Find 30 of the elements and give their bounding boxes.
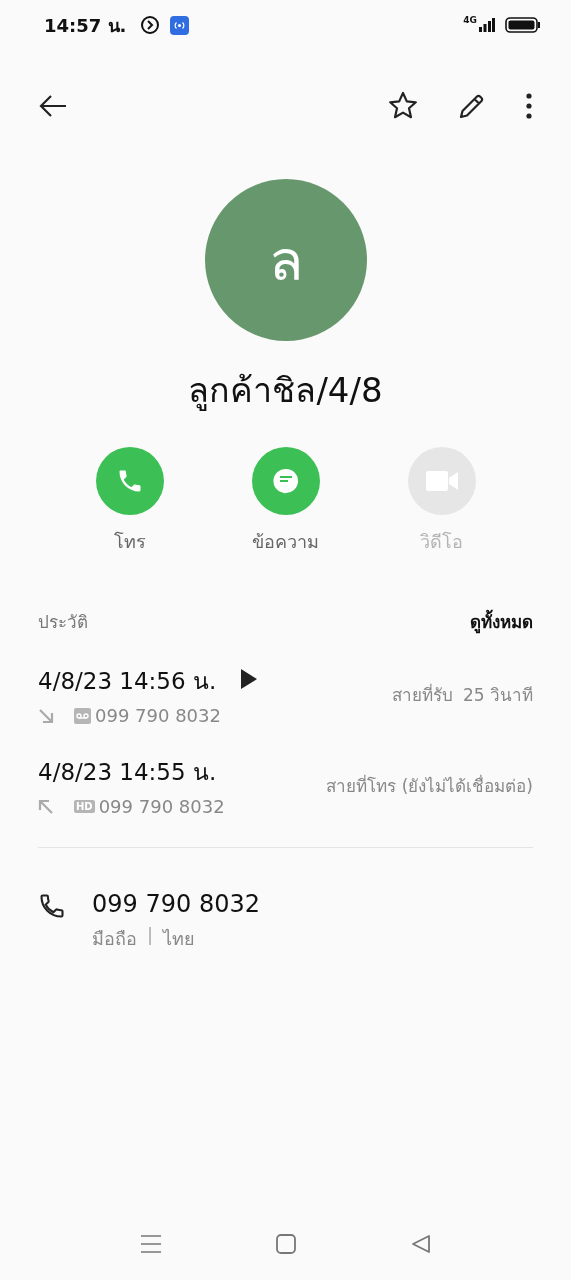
- call-status: สายที่รับ: [391, 682, 453, 707]
- separator: |: [147, 924, 154, 947]
- number-type: มือถือ: [92, 927, 137, 951]
- network-label: 4G: [463, 15, 477, 25]
- call-time: 4/8/23 14:56 น.: [38, 667, 217, 696]
- voicemail-icon: [74, 707, 91, 724]
- battery-icon: [505, 17, 541, 33]
- hotspot-icon: [170, 15, 190, 35]
- call-duration: 25 วินาที: [462, 684, 533, 707]
- number-region: ไทย: [163, 927, 196, 951]
- call-number: 099 790 8032: [95, 705, 221, 726]
- signal-icon: [479, 18, 495, 32]
- contact-avatar: ล: [204, 179, 367, 341]
- contact-name: ลูกค้าชิล/4/8: [188, 369, 383, 413]
- chat-bubble-icon: [271, 467, 300, 495]
- call-action-button[interactable]: โทร: [76, 447, 183, 556]
- video-camera-icon: [424, 469, 459, 493]
- phone-number: 099 790 8032: [92, 890, 260, 918]
- phone-icon: [38, 892, 66, 920]
- hd-badge: HD: [74, 800, 95, 813]
- back-triangle-icon: [409, 1233, 432, 1255]
- more-icon: [525, 93, 533, 119]
- call-number: 099 790 8032: [98, 796, 225, 817]
- history-title: ประวัติ: [38, 611, 88, 634]
- message-action-button[interactable]: ข้อความ: [232, 447, 339, 556]
- call-time: 4/8/23 14:55 น.: [38, 758, 217, 787]
- call-status: สายที่โทร (ยังไม่ได้เชื่อมต่อ): [326, 773, 533, 798]
- play-circle-icon: [140, 15, 161, 35]
- see-all-link[interactable]: ดูทั้งหมด: [470, 608, 533, 635]
- status-time: 14:57 น.: [44, 13, 127, 38]
